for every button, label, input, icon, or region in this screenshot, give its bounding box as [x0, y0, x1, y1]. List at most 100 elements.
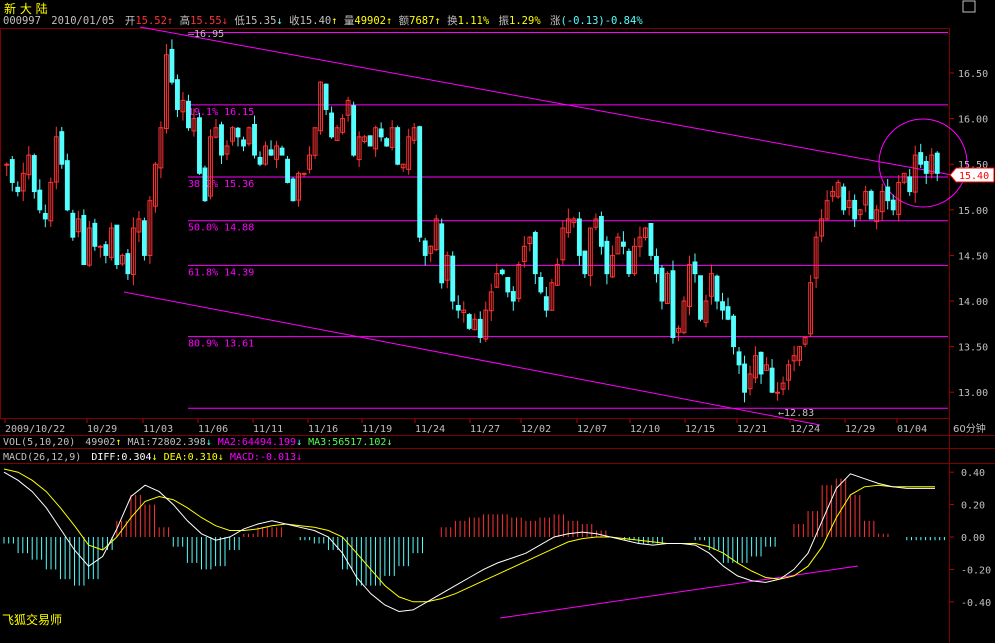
volume-value: 49902: [354, 15, 386, 27]
date-tick-label: 11/24: [415, 424, 445, 435]
date-tick-label: 11/06: [198, 424, 228, 435]
candle-body: [477, 318, 483, 338]
price-tick-label: 16.50: [958, 69, 988, 80]
macd-dea: DEA:0.310: [164, 452, 218, 463]
vol-ma1: MA1:72802.398: [127, 437, 205, 448]
amount-value: 7687: [409, 15, 434, 27]
candle-body: [70, 212, 76, 238]
candle-body: [598, 216, 604, 247]
candle-body: [186, 100, 191, 129]
candle-body: [841, 186, 847, 211]
stock-name: 新 大 陆: [4, 1, 48, 16]
candle-body: [15, 186, 21, 193]
vol-value: 49902: [85, 437, 115, 448]
candle-body: [64, 160, 70, 211]
vol-title: VOL(5,10,20): [3, 437, 75, 448]
low-mark-label: ←12.83: [778, 408, 814, 419]
price-axis: 16.5016.0015.5015.0014.5014.0013.5013.00: [950, 69, 988, 399]
macd-indicator-bar: MACD(26,12,9) DIFF:0.304↓ DEA:0.310↓ MAC…: [3, 452, 302, 463]
date-tick-label: 01/04: [897, 424, 927, 435]
candle-body: [648, 222, 654, 256]
upper-trend-line: [139, 26, 953, 176]
candle-body: [692, 261, 698, 275]
candle-body: [169, 48, 175, 83]
candle-body: [510, 291, 516, 302]
candle-body: [499, 269, 505, 275]
candle-body: [659, 267, 665, 302]
fib-level-label: 38.2% 15.36: [188, 179, 254, 190]
candle-body: [868, 190, 874, 220]
fib-level-label: 80.9% 13.61: [188, 339, 254, 350]
candle-body: [620, 241, 626, 247]
candle-body: [81, 214, 87, 266]
date-tick-label: 12/07: [577, 424, 607, 435]
candle-body: [455, 304, 461, 311]
candle-body: [257, 156, 263, 165]
candle-body: [918, 152, 924, 165]
date-tick-label: 12/10: [630, 424, 660, 435]
macd-diff: DIFF:0.304: [91, 452, 151, 463]
candle-body: [351, 105, 357, 156]
bar-date: 2010/01/05: [51, 15, 114, 27]
svg-text:15.40: 15.40: [959, 171, 989, 182]
vol-ma3: MA3:56517.102: [308, 437, 386, 448]
candle-body: [290, 178, 296, 202]
candle-body: [582, 250, 588, 275]
candle-body: [731, 315, 736, 348]
candle-body: [543, 296, 549, 311]
candle-body: [395, 127, 401, 165]
price-tick-label: 14.50: [958, 251, 988, 262]
macd-tick-label: 0.40: [961, 468, 985, 479]
candle-body: [97, 245, 103, 248]
candle-body: [923, 161, 929, 174]
date-tick-label: 10/29: [87, 424, 117, 435]
candle-body: [885, 186, 891, 202]
period-label: 60分钟: [953, 422, 986, 435]
candle-body: [439, 223, 445, 284]
price-tick-label: 13.00: [958, 388, 988, 399]
fib-level-label: 61.8% 14.39: [188, 267, 254, 278]
lower-trend-line: [123, 291, 821, 426]
date-tick-label: 11/19: [362, 424, 392, 435]
candle-body: [197, 117, 202, 174]
open-value: 15.52: [135, 15, 167, 27]
turnover-value: 1.11%: [458, 15, 490, 27]
candle-body: [670, 270, 676, 338]
date-tick-label: 11/11: [253, 424, 283, 435]
candle-body: [626, 250, 632, 275]
candle-body: [103, 244, 109, 256]
macd-value: MACD:-0.013: [230, 452, 296, 463]
date-tick-label: 11/16: [308, 424, 338, 435]
candle-body: [384, 138, 390, 147]
candle-body: [775, 391, 781, 394]
close-window-icon[interactable]: [962, 0, 976, 13]
candle-body: [42, 212, 48, 220]
candle-body: [505, 277, 511, 293]
high-mark-label: —16.95: [188, 29, 224, 40]
candle-body: [422, 240, 428, 256]
candle-body: [538, 277, 544, 293]
candle-body: [141, 220, 147, 256]
candle-body: [329, 112, 335, 138]
candle-body: [219, 124, 224, 156]
date-tick-label: 2009/10/22: [5, 424, 65, 435]
candle-body: [285, 158, 290, 183]
candle-body: [4, 163, 10, 166]
fib-level-label: 19.1% 16.15: [188, 107, 254, 118]
candle-body: [323, 83, 329, 110]
macd-tick-label: -0.20: [961, 565, 991, 576]
amplitude-value: 1.29%: [509, 15, 541, 27]
macd-tick-label: 0.20: [961, 501, 985, 512]
candle-body: [417, 126, 423, 238]
candle-body: [175, 79, 180, 110]
candle-body: [92, 222, 98, 247]
stock-chart-window: 新 大 陆 000997 2010/01/05 开15.52↑ 高15.55↓ …: [0, 0, 995, 643]
vol-indicator-bar: VOL(5,10,20) 49902↑ MA1:72802.398↓ MA2:6…: [3, 437, 392, 448]
candle-body: [114, 224, 120, 266]
candle-body: [59, 131, 65, 165]
chart-canvas[interactable]: 新 大 陆 000997 2010/01/05 开15.52↑ 高15.55↓ …: [0, 0, 995, 643]
close-value: 15.40: [300, 15, 332, 27]
price-tick-label: 15.00: [958, 206, 988, 217]
macd-panel: [3, 468, 945, 613]
date-tick-label: 12/24: [790, 424, 820, 435]
